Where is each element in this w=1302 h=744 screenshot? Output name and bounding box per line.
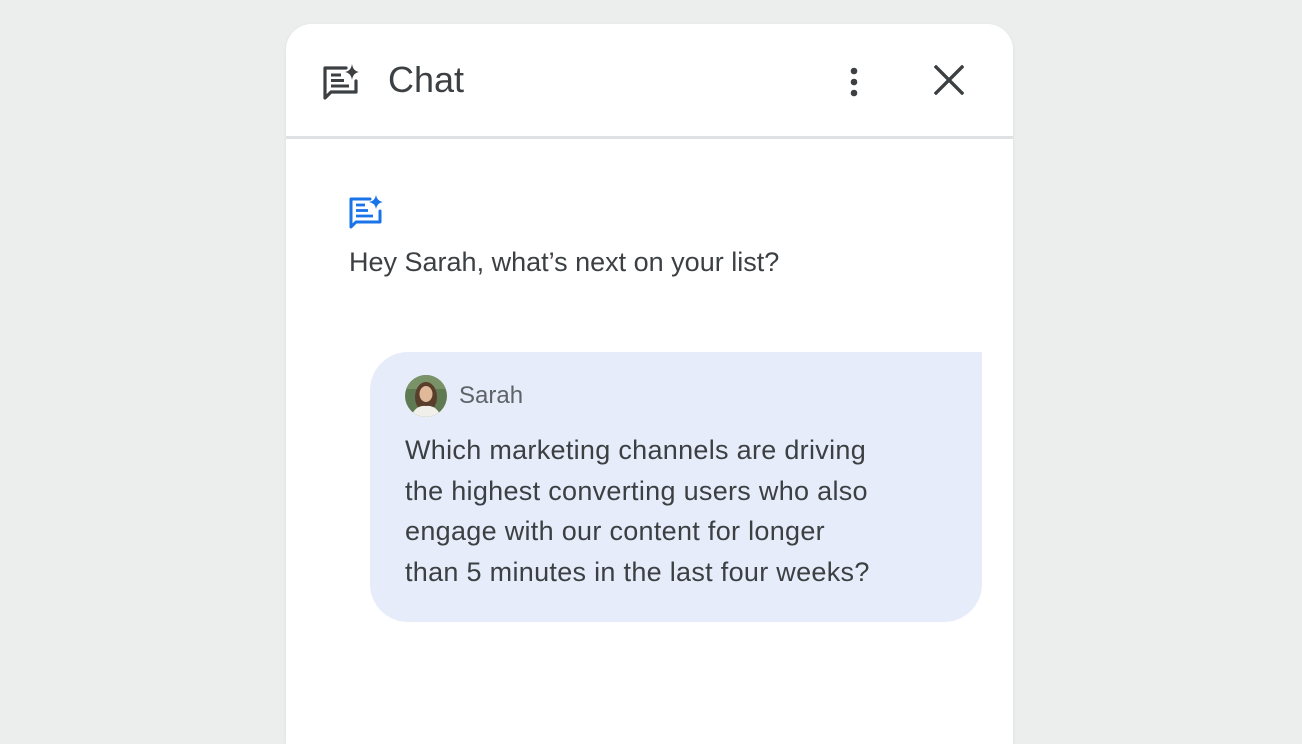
chat-title: Chat xyxy=(388,59,465,100)
close-button[interactable] xyxy=(929,60,969,100)
avatar-image xyxy=(405,375,447,417)
more-options-button[interactable] xyxy=(838,62,870,102)
more-vert-icon xyxy=(850,67,858,97)
chat-spark-icon xyxy=(349,195,383,229)
chat-panel: Chat Hey Sarah, what’s next on your list… xyxy=(286,24,1013,744)
message-line: than 5 minutes in the last four weeks? xyxy=(405,556,870,587)
message-line: engage with our content for longer xyxy=(405,516,825,546)
chat-spark-icon xyxy=(323,64,359,100)
close-icon xyxy=(934,65,964,95)
chat-header: Chat xyxy=(286,24,1013,139)
sender-name: Sarah xyxy=(459,382,524,409)
assistant-greeting: Hey Sarah, what’s next on your list? xyxy=(349,247,780,277)
message-line: the highest converting users who also xyxy=(405,475,868,506)
message-text: Which marketing channels are driving the… xyxy=(405,430,945,592)
avatar xyxy=(405,375,447,417)
message-line: Which marketing channels are driving xyxy=(405,435,867,465)
user-message-bubble: Sarah Which marketing channels are drivi… xyxy=(370,352,982,622)
